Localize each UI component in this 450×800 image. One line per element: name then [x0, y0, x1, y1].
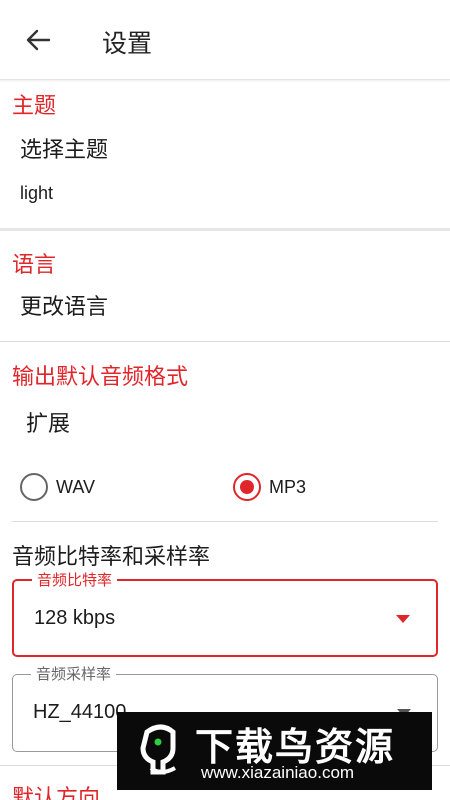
section-output-format-header: 输出默认音频格式	[12, 365, 189, 390]
dropdown-arrow-icon	[396, 615, 410, 623]
bitrate-select[interactable]: 音频比特率 128 kbps	[12, 570, 438, 657]
samplerate-value: HZ_44100	[33, 701, 127, 723]
extension-label: 扩展	[26, 412, 71, 437]
radio-checked-icon	[233, 473, 261, 501]
bitrate-value: 128 kbps	[34, 607, 116, 629]
watermark-url: www.xiazainiao.com	[201, 763, 355, 782]
divider	[0, 341, 450, 342]
radio-mp3[interactable]: MP3	[233, 473, 306, 501]
section-theme-header: 主题	[12, 94, 57, 119]
section-orientation-header: 默认方向	[12, 786, 101, 800]
divider	[12, 521, 438, 522]
radio-unchecked-icon	[20, 473, 48, 501]
radio-wav[interactable]: WAV	[20, 473, 95, 501]
bitrate-section-title: 音频比特率和采样率	[12, 545, 211, 570]
app-bar: 设置	[0, 0, 450, 80]
section-language-header: 语言	[12, 253, 57, 278]
arrow-left-icon	[26, 29, 51, 51]
bitrate-label: 音频比特率	[32, 570, 118, 590]
back-button[interactable]	[18, 22, 58, 58]
radio-wav-label: WAV	[56, 476, 95, 497]
divider	[0, 228, 450, 231]
choose-theme-item[interactable]: 选择主题	[20, 132, 108, 164]
theme-value: light	[20, 183, 54, 203]
samplerate-label: 音频采样率	[31, 664, 117, 684]
page-title: 设置	[102, 29, 153, 58]
watermark-banner: 下载鸟资源 www.xiazainiao.com	[117, 712, 432, 790]
radio-mp3-label: MP3	[269, 476, 307, 497]
change-language-item[interactable]: 更改语言	[20, 289, 108, 321]
bird-logo-icon	[140, 724, 176, 775]
